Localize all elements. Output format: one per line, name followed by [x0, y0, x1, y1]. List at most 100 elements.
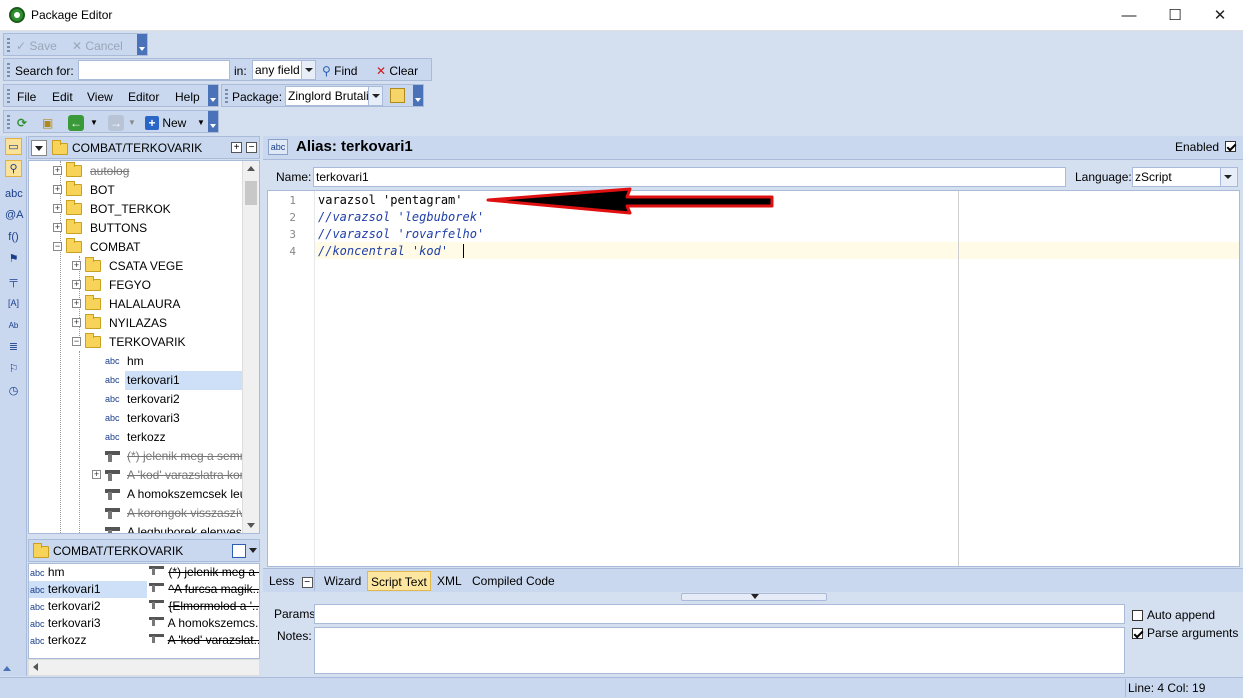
find-button[interactable]: ⚲ Find: [322, 62, 357, 80]
toolbar-overflow-button[interactable]: [208, 85, 218, 106]
list-item[interactable]: {Elmormolod a '...: [149, 598, 259, 615]
tree-menu-button[interactable]: [31, 140, 47, 156]
scroll-up-icon[interactable]: [247, 166, 255, 171]
expand-icon[interactable]: +: [92, 470, 101, 479]
less-button[interactable]: Less −: [269, 574, 313, 588]
scroll-down-icon[interactable]: [247, 523, 255, 528]
search-field-select[interactable]: any field: [252, 60, 316, 80]
flag-icon[interactable]: ⚐: [5, 361, 22, 378]
search-icon[interactable]: ⚲: [5, 160, 22, 177]
list-item[interactable]: abc terkovari2: [29, 598, 147, 615]
strip-scroll-up-icon[interactable]: [3, 666, 11, 671]
toolbar-overflow-button[interactable]: [413, 85, 423, 106]
code-line[interactable]: varazsol 'pentagram': [318, 193, 463, 207]
tree-trigger-item[interactable]: + A 'kod' varazslatra kor: [29, 466, 244, 485]
expand-icon[interactable]: +: [53, 204, 62, 213]
chevron-down-icon[interactable]: [249, 548, 257, 553]
packages-icon[interactable]: ▭: [5, 138, 22, 155]
code-line[interactable]: //varazsol 'rovarfelho': [318, 227, 484, 241]
tree-trigger-item[interactable]: A legbuborek elenyes:: [29, 523, 245, 533]
tree-trigger-item[interactable]: A homokszemcsek leu: [29, 485, 246, 504]
tree-alias-item[interactable]: abc hm: [29, 352, 243, 371]
toolbar-grip[interactable]: [7, 89, 10, 104]
parse-arguments-checkbox[interactable]: [1132, 628, 1143, 639]
toolbar-overflow-button[interactable]: [137, 34, 147, 55]
code-line[interactable]: //koncentral 'kod': [318, 244, 448, 258]
list-item[interactable]: abc terkovari1: [29, 581, 147, 598]
list-item[interactable]: A 'kod' varazslat...: [149, 632, 259, 649]
tree-folder-item[interactable]: + autolog: [29, 162, 243, 181]
notes-textarea[interactable]: [314, 627, 1125, 674]
panel-splitter[interactable]: [681, 593, 827, 601]
tree-folder-item[interactable]: + HALALAURA: [29, 295, 243, 314]
list-item[interactable]: abc terkozz: [29, 632, 147, 649]
tab-script-text[interactable]: Script Text: [367, 571, 431, 591]
menu-item-icon[interactable]: ≣: [5, 339, 22, 356]
list-item[interactable]: abc hm: [29, 564, 147, 581]
scroll-thumb[interactable]: [245, 181, 257, 205]
tree-folder-item[interactable]: + CSATA VEGE: [29, 257, 243, 276]
search-input[interactable]: [78, 60, 230, 80]
code-line[interactable]: //varazsol 'legbuborek': [318, 210, 484, 224]
tree-trigger-item[interactable]: A korongok visszaszív: [29, 504, 245, 523]
maximize-button[interactable]: ☐: [1152, 0, 1198, 31]
expand-icon[interactable]: +: [72, 280, 81, 289]
menu-file[interactable]: File: [17, 88, 36, 106]
enabled-checkbox[interactable]: [1225, 141, 1236, 152]
tree-folder-item[interactable]: + BOT_TERKOK: [29, 200, 243, 219]
menu-help[interactable]: Help: [175, 88, 200, 106]
tree-alias-item[interactable]: abc terkozz: [29, 428, 243, 447]
tree-folder-item[interactable]: + BOT: [29, 181, 243, 200]
clear-button[interactable]: ✕ Clear: [376, 62, 418, 80]
collapse-icon[interactable]: −: [53, 242, 62, 251]
back-dropdown-icon[interactable]: ▼: [90, 114, 98, 132]
toolbar-grip[interactable]: [7, 38, 10, 53]
tree-trigger-item[interactable]: (*) jelenik meg a semr: [29, 447, 244, 466]
function-icon[interactable]: f(): [5, 229, 22, 246]
tab-xml[interactable]: XML: [434, 571, 465, 591]
calendar-icon[interactable]: [232, 544, 246, 558]
event-icon[interactable]: ⚑: [5, 251, 22, 268]
collapse-all-button[interactable]: −: [246, 142, 257, 153]
expand-all-button[interactable]: +: [231, 142, 242, 153]
language-select[interactable]: zScript: [1132, 167, 1238, 187]
scroll-left-icon[interactable]: [33, 663, 38, 671]
variable-icon[interactable]: @A: [5, 207, 24, 224]
menu-editor[interactable]: Editor: [128, 88, 159, 106]
name-input[interactable]: [313, 167, 1066, 187]
new-dropdown-icon[interactable]: ▼: [197, 114, 205, 132]
status-bar-icon[interactable]: Ab: [5, 317, 22, 334]
expand-icon[interactable]: +: [72, 261, 81, 270]
tree-folder-item[interactable]: + NYILAZAS: [29, 314, 243, 333]
close-button[interactable]: ✕: [1197, 0, 1243, 31]
list-item[interactable]: ^A furcsa magik...: [149, 581, 259, 598]
expand-icon[interactable]: +: [72, 299, 81, 308]
alias-icon[interactable]: abc: [5, 186, 23, 203]
toolbar-grip[interactable]: [225, 89, 228, 104]
toolbar-overflow-button[interactable]: [208, 111, 218, 132]
cancel-button[interactable]: ✕ Cancel: [72, 37, 123, 55]
tree-alias-item[interactable]: abc terkovari3: [29, 409, 243, 428]
expand-icon[interactable]: +: [53, 185, 62, 194]
auto-append-checkbox[interactable]: [1132, 610, 1143, 621]
expand-icon[interactable]: +: [72, 318, 81, 327]
forward-icon[interactable]: →: [108, 115, 124, 131]
tab-compiled-code[interactable]: Compiled Code: [469, 571, 558, 591]
toolbar-grip[interactable]: [7, 63, 10, 78]
forward-dropdown-icon[interactable]: ▼: [128, 114, 136, 132]
tree-folder-item[interactable]: + FEGYO: [29, 276, 243, 295]
tree-scrollbar[interactable]: [242, 161, 259, 533]
tree-folder-item[interactable]: − COMBAT: [29, 238, 243, 257]
toolbar-grip[interactable]: [7, 115, 10, 130]
tree-alias-item[interactable]: abc terkovari2: [29, 390, 243, 409]
button-icon[interactable]: [A]: [5, 295, 22, 312]
params-input[interactable]: [314, 604, 1125, 624]
menu-view[interactable]: View: [87, 88, 113, 106]
menu-edit[interactable]: Edit: [52, 88, 73, 106]
list-item[interactable]: A homokszemcs...: [149, 615, 259, 632]
clock-icon[interactable]: ◷: [5, 383, 22, 400]
list-item[interactable]: (*) jelenik meg a ...: [149, 564, 259, 581]
tab-wizard[interactable]: Wizard: [321, 571, 364, 591]
back-icon[interactable]: ←: [68, 115, 84, 131]
expand-icon[interactable]: +: [53, 166, 62, 175]
